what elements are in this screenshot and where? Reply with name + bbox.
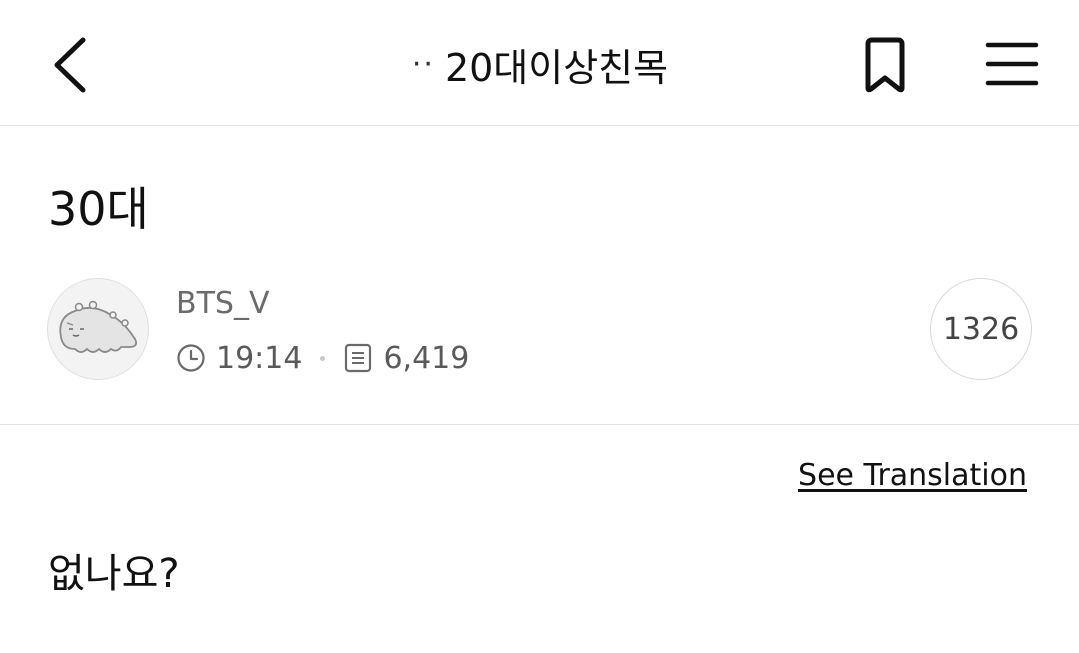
document-icon <box>343 343 373 373</box>
view-count: 6,419 <box>383 340 470 376</box>
cartoon-creature-avatar <box>59 300 138 353</box>
menu-button[interactable] <box>980 36 1044 92</box>
post-title: 30대 <box>48 182 149 236</box>
avatar[interactable] <box>47 278 149 380</box>
back-button[interactable] <box>44 34 94 96</box>
author-name[interactable]: BTS_V <box>176 286 269 322</box>
see-translation-link[interactable]: See Translation <box>798 458 1027 493</box>
comment-count-button[interactable]: 1326 <box>930 278 1032 380</box>
title-prefix: ·· <box>411 46 435 82</box>
top-bar: ·· 20대이상친목 <box>0 0 1079 126</box>
post-time: 19:14 <box>216 340 303 376</box>
divider <box>0 424 1079 425</box>
bookmark-button[interactable] <box>856 34 914 96</box>
chevron-left-icon <box>54 37 86 93</box>
bookmark-icon <box>865 37 905 93</box>
board-title[interactable]: ·· 20대이상친목 <box>300 36 780 92</box>
meta-separator-dot <box>320 355 326 361</box>
hamburger-menu-icon <box>985 42 1039 86</box>
board-title-text: 20대이상친목 <box>444 45 669 90</box>
clock-icon <box>176 343 206 373</box>
post-body: 없나요? <box>48 551 180 597</box>
comment-count: 1326 <box>942 311 1020 347</box>
post-meta: 19:14 6,419 <box>176 338 469 378</box>
